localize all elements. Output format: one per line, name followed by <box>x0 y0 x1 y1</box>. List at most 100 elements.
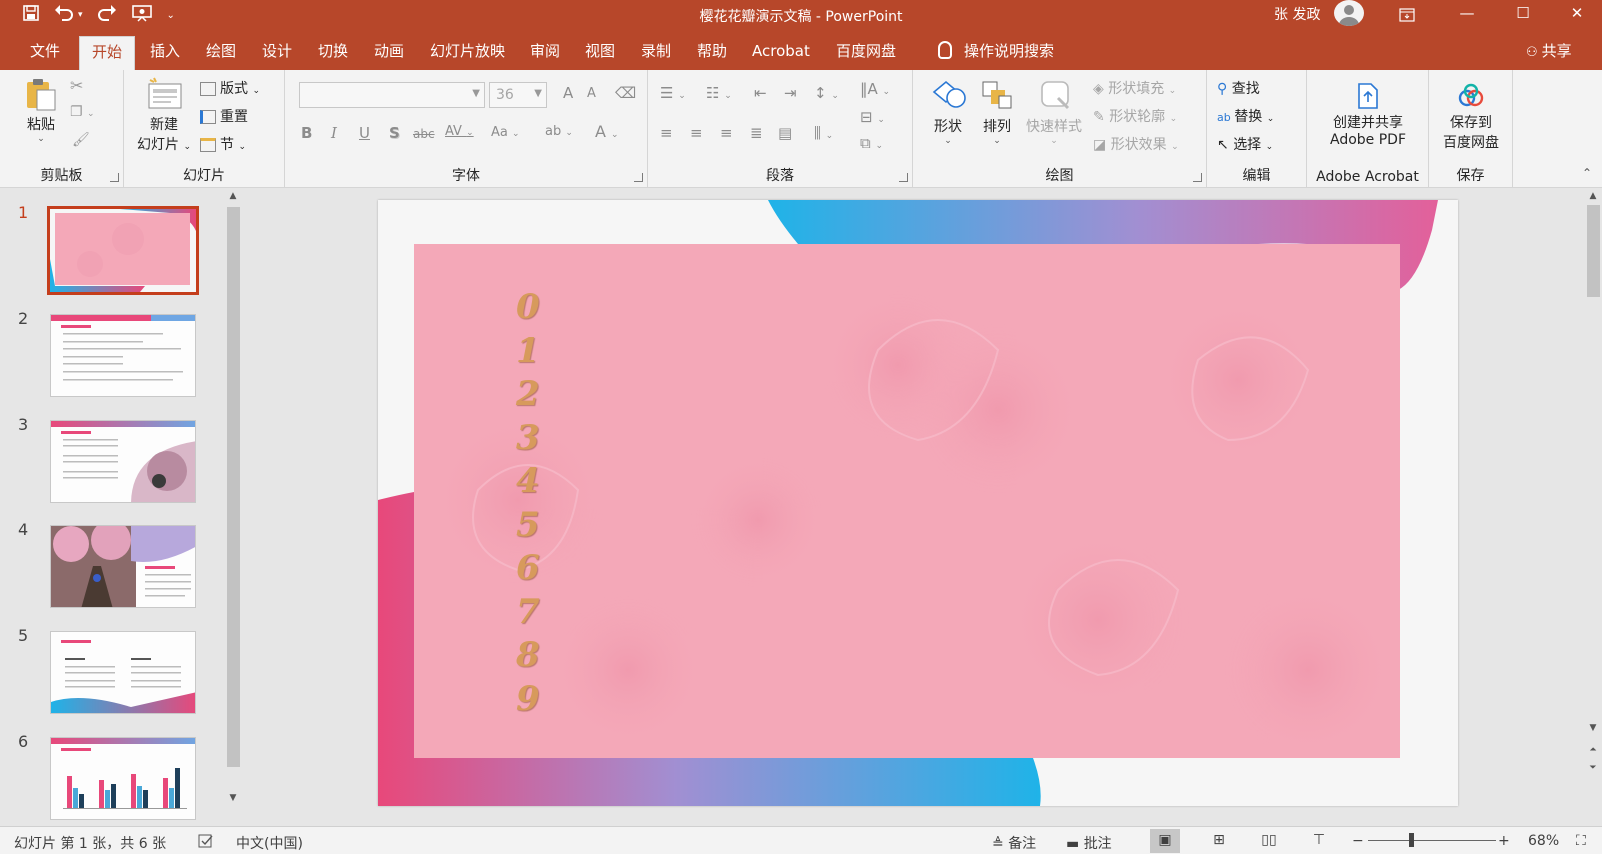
previous-slide-icon[interactable]: ⏶ <box>1587 745 1599 755</box>
scroll-thumb[interactable] <box>1587 205 1600 297</box>
underline-button[interactable]: U <box>359 124 370 142</box>
increase-indent-icon[interactable]: ⇥ <box>784 84 797 102</box>
zoom-slider-track[interactable] <box>1368 840 1496 841</box>
shape-outline-button[interactable]: ✎ 形状轮廓 ⌄ <box>1093 106 1177 126</box>
ribbon-display-icon[interactable] <box>1384 0 1430 30</box>
zoom-in-button[interactable]: + <box>1498 833 1510 849</box>
slideshow-view-icon[interactable]: ⊤ <box>1304 829 1334 853</box>
save-baidu-button[interactable]: 保存到 百度网盘 <box>1435 82 1507 152</box>
tab-draw[interactable]: 绘图 <box>202 30 240 70</box>
editor-scrollbar[interactable]: ▲ ▼ ⏶ ⏷ <box>1584 189 1602 826</box>
maximize-button[interactable]: ☐ <box>1500 0 1546 30</box>
slide-thumbnail-6[interactable] <box>50 737 196 820</box>
zoom-slider-handle[interactable] <box>1409 833 1414 847</box>
grow-font-button[interactable]: A <box>563 84 573 102</box>
select-button[interactable]: ↖ 选择 ⌄ <box>1217 134 1273 154</box>
drawing-launcher-icon[interactable] <box>1193 173 1202 182</box>
zoom-out-button[interactable]: − <box>1352 833 1364 849</box>
tab-home[interactable]: 开始 <box>79 36 136 70</box>
text-direction-icon[interactable]: ‖A ⌄ <box>860 80 890 98</box>
strikethrough-button[interactable]: abc <box>413 127 435 141</box>
scroll-up-icon[interactable]: ▲ <box>1587 191 1599 201</box>
layout-button[interactable]: 版式 ⌄ <box>200 78 260 98</box>
shape-effects-button[interactable]: ◪ 形状效果 ⌄ <box>1093 134 1179 154</box>
next-slide-icon[interactable]: ⏷ <box>1587 763 1599 773</box>
paste-button[interactable]: 粘贴 ⌄ <box>16 76 66 144</box>
decrease-indent-icon[interactable]: ⇤ <box>754 84 767 102</box>
slide-thumbnail-1[interactable] <box>47 206 199 295</box>
font-launcher-icon[interactable] <box>634 173 643 182</box>
smartart-icon[interactable]: ⧉ ⌄ <box>860 134 883 152</box>
align-text-icon[interactable]: ⊟ ⌄ <box>860 108 885 126</box>
tab-insert[interactable]: 插入 <box>146 30 184 70</box>
tab-file[interactable]: 文件 <box>26 30 64 70</box>
justify-icon[interactable]: ≣ <box>750 124 763 142</box>
change-case-button[interactable]: Aa ⌄ <box>491 125 520 140</box>
tab-design[interactable]: 设计 <box>258 30 296 70</box>
font-color-button[interactable]: A ⌄ <box>595 122 619 141</box>
cut-icon[interactable]: ✂ <box>70 76 83 95</box>
normal-view-icon[interactable]: ▣ <box>1150 829 1180 853</box>
line-spacing-icon[interactable]: ↕ ⌄ <box>814 84 839 102</box>
scroll-down-icon[interactable]: ▼ <box>227 793 239 807</box>
align-right-icon[interactable]: ≡ <box>720 124 733 142</box>
distribute-icon[interactable]: ▤ <box>778 124 792 142</box>
avatar[interactable] <box>1334 0 1364 26</box>
slide-thumbnail-2[interactable] <box>50 314 196 397</box>
minimize-button[interactable]: — <box>1444 0 1490 30</box>
user-name[interactable]: 张 发政 <box>1274 4 1320 24</box>
reading-view-icon[interactable]: ▯▯ <box>1254 829 1284 853</box>
shrink-font-button[interactable]: A <box>587 86 596 101</box>
highlight-icon[interactable]: ab ⌄ <box>545 124 573 139</box>
accessibility-icon[interactable] <box>198 833 214 853</box>
tab-transitions[interactable]: 切换 <box>314 30 352 70</box>
tab-slideshow[interactable]: 幻灯片放映 <box>426 30 509 70</box>
zoom-level[interactable]: 68% <box>1528 833 1559 849</box>
align-left-icon[interactable]: ≡ <box>660 124 673 142</box>
reset-button[interactable]: 重置 <box>200 106 248 126</box>
notes-button[interactable]: ≜ 备注 <box>992 833 1036 853</box>
align-center-icon[interactable]: ≡ <box>690 124 703 142</box>
font-name-input[interactable]: ▼ <box>299 82 485 108</box>
char-spacing-button[interactable]: AV ⌄ <box>445 124 474 139</box>
bullets-icon[interactable]: ☰ ⌄ <box>660 84 686 102</box>
columns-icon[interactable]: ⫼ ⌄ <box>814 124 833 142</box>
comments-button[interactable]: ▬ 批注 <box>1066 833 1112 853</box>
language-indicator[interactable]: 中文(中国) <box>236 833 303 853</box>
tab-view[interactable]: 视图 <box>581 30 619 70</box>
slide-thumbnail-3[interactable] <box>50 420 196 503</box>
font-size-input[interactable]: 36 ▼ <box>489 82 547 108</box>
copy-icon[interactable]: ❐ ⌄ <box>70 104 95 120</box>
section-button[interactable]: 节 ⌄ <box>200 134 246 154</box>
collapse-ribbon-icon[interactable]: ⌃ <box>1582 166 1592 180</box>
scroll-thumb[interactable] <box>227 207 240 767</box>
scroll-up-icon[interactable]: ▲ <box>227 191 239 205</box>
numbering-icon[interactable]: ☷ ⌄ <box>706 84 732 102</box>
tab-baidu[interactable]: 百度网盘 <box>832 30 900 70</box>
fit-slide-icon[interactable]: ⛶ <box>1576 833 1586 849</box>
current-slide[interactable]: 0 1 2 3 4 5 6 7 8 9 <box>378 200 1458 806</box>
share-button[interactable]: ⚇ 共享 <box>1526 30 1572 70</box>
format-painter-icon[interactable]: 🖌 <box>72 132 90 148</box>
arrange-button[interactable]: 排列 ⌄ <box>975 78 1019 146</box>
scroll-down-icon[interactable]: ▼ <box>1587 723 1599 733</box>
slide-thumbnail-4[interactable] <box>50 525 196 608</box>
tab-acrobat[interactable]: Acrobat <box>748 30 814 70</box>
replace-button[interactable]: ab 替换 ⌄ <box>1217 106 1274 126</box>
create-pdf-button[interactable]: 创建并共享 Adobe PDF <box>1317 82 1419 148</box>
shape-fill-button[interactable]: ◈ 形状填充 ⌄ <box>1093 78 1176 98</box>
bold-button[interactable]: B <box>301 124 312 142</box>
close-button[interactable]: ✕ <box>1554 0 1600 30</box>
shadow-button[interactable]: S <box>389 124 400 142</box>
tab-help[interactable]: 帮助 <box>693 30 731 70</box>
slide-digit-list[interactable]: 0 1 2 3 4 5 6 7 8 9 <box>516 286 540 721</box>
quick-styles-button[interactable]: 快速样式 ⌄ <box>1023 78 1085 146</box>
tab-record[interactable]: 录制 <box>637 30 675 70</box>
shapes-button[interactable]: 形状 ⌄ <box>923 78 973 146</box>
slide-sorter-icon[interactable]: ⊞ <box>1204 829 1234 853</box>
new-slide-button[interactable]: 新建 幻灯片 ⌄ <box>134 76 194 154</box>
tell-me-search[interactable]: 操作说明搜索 <box>938 30 1054 70</box>
slide-thumbnail-5[interactable] <box>50 631 196 714</box>
tab-animations[interactable]: 动画 <box>370 30 408 70</box>
tab-review[interactable]: 审阅 <box>526 30 564 70</box>
